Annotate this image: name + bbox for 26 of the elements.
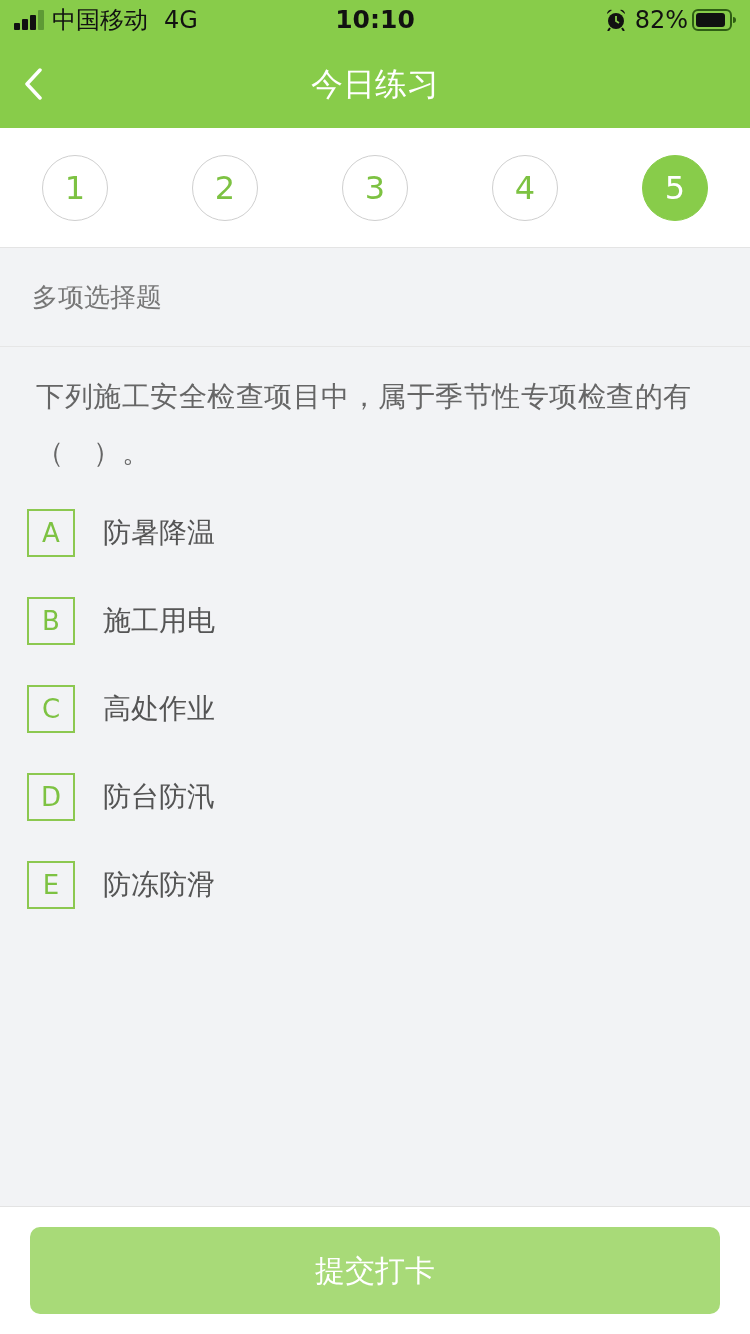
- question-text: 下列施工安全检查项目中，属于季节性专项检查的有（ ）。: [35, 379, 693, 471]
- question-number-tab[interactable]: 5: [642, 154, 708, 221]
- option-label[interactable]: 防暑降温: [103, 512, 215, 554]
- page-title: 今日练习: [311, 64, 439, 105]
- option-checkbox[interactable]: D: [27, 773, 75, 821]
- option-checkbox[interactable]: B: [27, 597, 75, 645]
- signal-icon: [14, 10, 44, 30]
- alarm-clock-icon: [604, 9, 627, 31]
- option-label[interactable]: 高处作业: [103, 688, 215, 730]
- option-checkbox[interactable]: E: [27, 861, 75, 909]
- network-type: 4G: [164, 5, 198, 36]
- option-checkbox[interactable]: C: [27, 685, 75, 733]
- carrier-name: 中国移动: [52, 5, 148, 36]
- option-checkbox[interactable]: A: [27, 509, 75, 557]
- battery-percent: 82%: [634, 5, 688, 36]
- question-number-tab[interactable]: 1: [42, 154, 108, 221]
- back-icon[interactable]: [24, 68, 43, 100]
- option-label[interactable]: 防冻防滑: [103, 864, 215, 906]
- question-number-tab[interactable]: 3: [342, 154, 408, 221]
- option-label[interactable]: 施工用电: [103, 600, 215, 642]
- battery-icon: [692, 9, 736, 31]
- question-number-tab[interactable]: 2: [192, 154, 258, 221]
- question-type-label: 多项选择题: [32, 280, 162, 314]
- question-number-tab[interactable]: 4: [492, 154, 558, 221]
- status-time: 10:10: [335, 4, 415, 37]
- option-label[interactable]: 防台防汛: [103, 776, 215, 818]
